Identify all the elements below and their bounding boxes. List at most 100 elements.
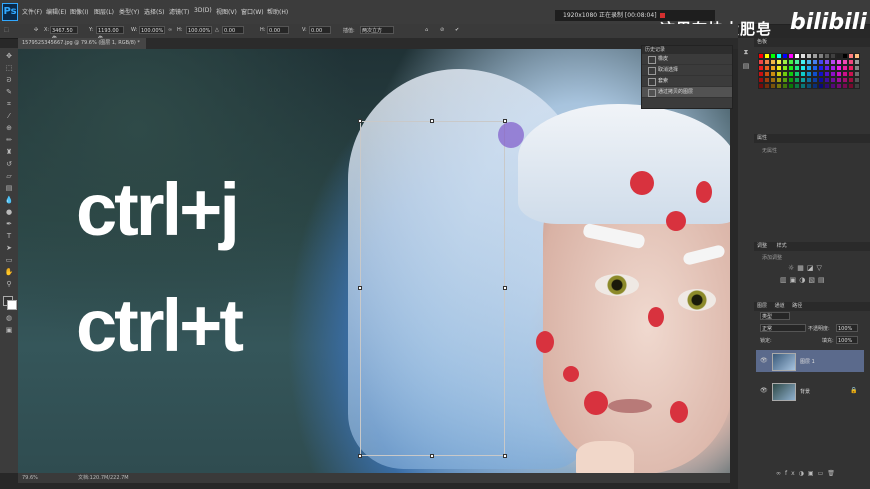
transform-handle[interactable] (430, 454, 434, 458)
properties-panel-icon[interactable]: ▤ (741, 62, 751, 71)
cancel-transform-icon[interactable]: ⊘ (440, 27, 444, 33)
dodge-tool-icon[interactable]: ● (4, 208, 14, 217)
layer-thumbnail (772, 383, 796, 401)
channels-tab[interactable]: 通道 (775, 303, 785, 309)
history-panel: 历史记录 橡皮 取消选择 套索 通过拷贝的图层 (641, 45, 733, 109)
transform-handle[interactable] (430, 119, 434, 123)
properties-tab[interactable]: 属性 (754, 134, 870, 143)
menu-help[interactable]: 帮助(H) (267, 7, 288, 16)
clone-stamp-tool-icon[interactable]: ♜ (4, 148, 14, 157)
history-item-selected[interactable]: 通过拷贝的图层 (642, 87, 732, 98)
color-swatch[interactable] (854, 83, 860, 89)
height-field[interactable]: 100.00% (186, 26, 212, 34)
opacity-field[interactable]: 100% (836, 324, 858, 332)
menu-select[interactable]: 选择(S) (144, 7, 165, 16)
face-marking-dot (648, 307, 664, 327)
swatches-tab[interactable]: 色板 (754, 38, 870, 47)
left-eye (595, 274, 639, 296)
transform-handle[interactable] (358, 286, 362, 290)
zoom-tool-icon[interactable]: ⚲ (4, 280, 14, 289)
w-label: W: (131, 27, 138, 33)
menu-view[interactable]: 视图(V) (216, 7, 237, 16)
layer-kind-filter[interactable]: 类型 (760, 312, 790, 320)
x-field[interactable]: 3467.50 像 (50, 26, 78, 42)
history-item[interactable]: 橡皮 (642, 54, 732, 65)
width-field[interactable]: 100.00% (139, 26, 165, 34)
menu-edit[interactable]: 编辑(E) (46, 7, 66, 16)
layers-tab[interactable]: 图层 (757, 303, 767, 309)
menu-type[interactable]: 类型(Y) (119, 7, 139, 16)
visibility-eye-icon[interactable]: 👁 (760, 387, 768, 394)
options-bar: ⬚ ✣ X: 3467.50 像 Y: 1193.00 像 W: 100.00%… (0, 24, 738, 42)
history-panel-icon[interactable]: ⧗ (741, 48, 751, 57)
brush-tool-icon[interactable]: ✏ (4, 136, 14, 145)
menu-window[interactable]: 窗口(W) (241, 7, 264, 16)
gradient-tool-icon[interactable]: ▤ (4, 184, 14, 193)
crop-tool-icon[interactable]: ⌗ (4, 100, 14, 109)
move-tool-icon[interactable]: ✥ (4, 52, 14, 61)
visibility-eye-icon[interactable]: 👁 (760, 357, 768, 364)
transform-handle[interactable] (503, 286, 507, 290)
history-step-icon (648, 89, 656, 97)
adjustment-icons[interactable]: ☼▦◪▽ (788, 264, 825, 272)
history-brush-tool-icon[interactable]: ↺ (4, 160, 14, 169)
history-item[interactable]: 套索 (642, 76, 732, 87)
layer-row-selected[interactable]: 👁 图层 1 (756, 350, 864, 372)
blur-tool-icon[interactable]: 💧 (4, 196, 14, 205)
shape-tool-icon[interactable]: ▭ (4, 256, 14, 265)
bilibili-logo: bilibili (790, 10, 867, 35)
layer-actions-icons[interactable]: ∞fx◑▣▭🗑 (776, 470, 839, 477)
marquee-tool-icon[interactable]: ⬚ (4, 64, 14, 73)
quick-select-tool-icon[interactable]: ✎ (4, 88, 14, 97)
free-transform-box[interactable] (360, 121, 505, 456)
transform-handle[interactable] (358, 454, 362, 458)
healing-tool-icon[interactable]: ⊕ (4, 124, 14, 133)
y-label: Y: (89, 27, 94, 33)
background-color-swatch[interactable] (7, 300, 17, 310)
type-tool-icon[interactable]: T (4, 232, 14, 241)
blend-mode-select[interactable]: 正常 (760, 324, 806, 332)
warp-icon[interactable]: ⌂ (425, 27, 428, 33)
tool-preset-icon[interactable]: ⬚ (4, 27, 9, 33)
adjustments-tab-label: 调整 (757, 243, 768, 249)
face-marking-dot (563, 366, 579, 382)
reference-point-icon[interactable]: ✣ (34, 27, 38, 33)
fill-field[interactable]: 100% (836, 336, 858, 344)
menu-filter[interactable]: 滤镜(T) (169, 7, 189, 16)
commit-transform-icon[interactable]: ✔ (455, 27, 459, 33)
x-label: X: (44, 27, 50, 33)
hand-tool-icon[interactable]: ✋ (4, 268, 14, 277)
screen-mode-icon[interactable]: ▣ (4, 326, 14, 335)
paths-tab[interactable]: 路径 (792, 303, 802, 309)
transform-handle[interactable] (503, 454, 507, 458)
pen-tool-icon[interactable]: ✒ (4, 220, 14, 229)
adjustments-tab[interactable]: 调整 样式 (754, 242, 870, 251)
eyedropper-tool-icon[interactable]: ⁄ (4, 112, 14, 121)
angle-field[interactable]: 0.00 (222, 26, 244, 34)
path-select-tool-icon[interactable]: ➤ (4, 244, 14, 253)
history-tab[interactable]: 历史记录 (642, 46, 732, 54)
menu-file[interactable]: 文件(F) (22, 7, 42, 16)
styles-tab-label[interactable]: 样式 (777, 243, 787, 249)
menu-image[interactable]: 图像(I) (70, 7, 88, 16)
history-item[interactable]: 取消选择 (642, 65, 732, 76)
adjustment-icons-row2[interactable]: ▥▣◑▧▤ (780, 276, 828, 284)
zoom-level[interactable]: 79.6% (22, 473, 38, 483)
link-icon[interactable]: ∞ (168, 27, 172, 33)
image-canvas[interactable]: ctrl+j ctrl+t (18, 49, 730, 473)
interpolation-select[interactable]: 两次立方 (360, 26, 394, 34)
transform-handle[interactable] (358, 119, 362, 123)
bangs (518, 104, 730, 224)
y-field[interactable]: 1193.00 像 (96, 26, 124, 42)
vskew-field[interactable]: 0.00 (309, 26, 331, 34)
hskew-field[interactable]: 0.00 (267, 26, 289, 34)
document-tab[interactable]: 1579525345667.jpg @ 79.6% (图层 1, RGB/8) … (18, 38, 146, 49)
swatches-grid[interactable] (758, 53, 860, 91)
eraser-tool-icon[interactable]: ▱ (4, 172, 14, 181)
quick-mask-icon[interactable]: ◍ (4, 314, 14, 323)
layer-row[interactable]: 👁 背景 🔒 (756, 380, 864, 402)
rotate-icon: △ (215, 27, 219, 33)
lasso-tool-icon[interactable]: ᘐ (4, 76, 14, 85)
menu-3d[interactable]: 3D(D) (194, 7, 212, 14)
menu-layer[interactable]: 图层(L) (94, 7, 114, 16)
